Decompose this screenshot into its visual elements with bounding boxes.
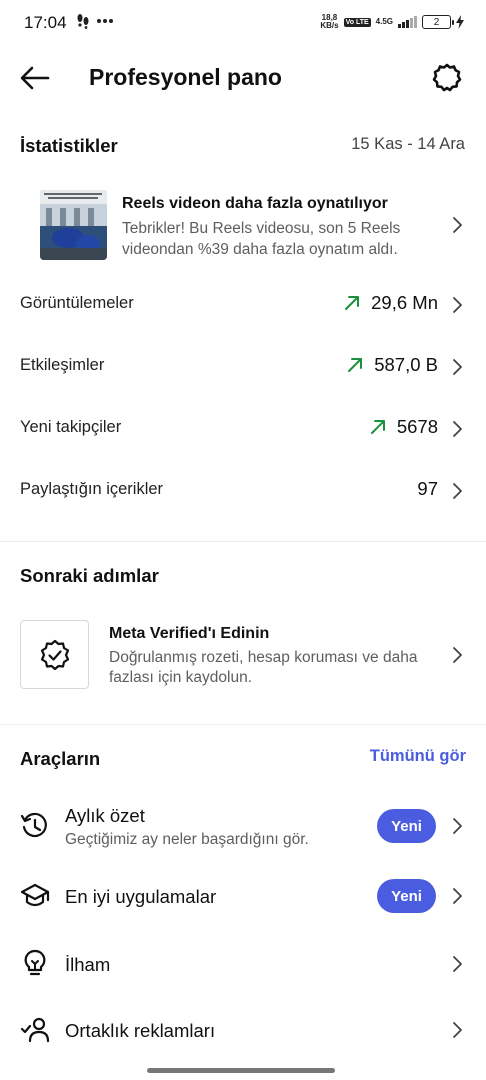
section-divider xyxy=(0,724,486,725)
stat-row-new-followers[interactable]: Yeni takipçiler 5678 xyxy=(0,404,486,454)
network-speed: 18,8 KB/s xyxy=(320,13,339,30)
partner-icon xyxy=(20,1017,50,1043)
status-bar: 17:04 18,8 KB/s Vo LTE 4.5G 2 xyxy=(0,0,486,46)
verified-badge-icon xyxy=(40,639,69,670)
next-steps-title: Sonraki adımlar xyxy=(20,565,159,586)
tools-section-title: Araçların xyxy=(20,748,101,769)
meta-card-description: Doğrulanmış rozeti, hesap koruması ve da… xyxy=(109,649,418,686)
chevron-right-icon xyxy=(453,647,462,663)
tool-subtitle: Geçtiğimiz ay neler başardığını gör. xyxy=(65,831,309,848)
footprints-icon xyxy=(77,14,89,29)
see-all-link[interactable]: Tümünü gör xyxy=(370,747,466,766)
stat-row-interactions[interactable]: Etkileşimler 587,0 B xyxy=(0,342,486,392)
more-notifications-icon xyxy=(97,19,113,23)
date-range[interactable]: 15 Kas - 14 Ara xyxy=(351,135,465,154)
lightbulb-icon xyxy=(24,949,46,976)
home-indicator[interactable] xyxy=(147,1068,335,1073)
trend-up-icon xyxy=(345,296,360,310)
reel-thumbnail xyxy=(40,190,107,260)
stat-value: 587,0 B xyxy=(374,354,438,375)
tool-label: İlham xyxy=(65,954,111,975)
trend-up-icon xyxy=(370,420,385,434)
reel-card-description: Tebrikler! Bu Reels videosu, son 5 Reels… xyxy=(122,220,401,258)
tool-row-monthly-summary[interactable]: Aylık özet Geçtiğimiz ay neler başardığı… xyxy=(0,796,486,856)
status-left-icons xyxy=(76,13,114,29)
tool-label: Ortaklık reklamları xyxy=(65,1020,216,1041)
chevron-right-icon xyxy=(453,421,462,437)
status-right-icons: 18,8 KB/s Vo LTE 4.5G 2 xyxy=(320,14,464,30)
tool-row-best-practices[interactable]: En iyi uygulamalar Yeni xyxy=(0,866,486,926)
signal-icon xyxy=(398,16,417,28)
chevron-right-icon xyxy=(453,359,462,375)
back-arrow-icon[interactable] xyxy=(18,63,52,93)
history-icon xyxy=(20,812,47,838)
volte-icon: Vo LTE xyxy=(343,17,371,27)
reel-performance-card[interactable]: Reels videon daha fazla oynatılıyor Tebr… xyxy=(0,178,486,274)
chevron-right-icon xyxy=(453,217,462,233)
page-title: Profesyonel pano xyxy=(89,64,282,90)
app-header: Profesyonel pano xyxy=(0,52,486,104)
battery-icon: 2 xyxy=(422,15,454,29)
tool-row-partnership-ads[interactable]: Ortaklık reklamları xyxy=(0,1000,486,1060)
stat-label: Etkileşimler xyxy=(20,356,105,374)
meta-verified-card[interactable]: Meta Verified'ı Edinin Doğrulanmış rozet… xyxy=(0,612,486,696)
chevron-right-icon xyxy=(453,956,462,972)
stat-value: 97 xyxy=(417,478,438,499)
settings-gear-icon[interactable] xyxy=(432,62,462,92)
chevron-right-icon xyxy=(453,818,462,834)
status-time: 17:04 xyxy=(24,13,67,32)
stat-row-shared-content[interactable]: Paylaştığın içerikler 97 xyxy=(0,466,486,516)
stat-label: Yeni takipçiler xyxy=(20,418,122,436)
stat-label: Görüntülemeler xyxy=(20,294,134,312)
section-divider xyxy=(0,541,486,542)
new-badge: Yeni xyxy=(377,809,436,843)
tool-row-inspiration[interactable]: İlham xyxy=(0,934,486,994)
new-badge: Yeni xyxy=(377,879,436,913)
tool-label: En iyi uygulamalar xyxy=(65,886,217,907)
meta-card-title: Meta Verified'ı Edinin xyxy=(109,625,270,642)
trend-up-icon xyxy=(348,358,363,372)
chevron-right-icon xyxy=(453,1022,462,1038)
graduation-cap-icon xyxy=(20,883,50,907)
network-type: 4.5G xyxy=(375,17,393,26)
chevron-right-icon xyxy=(453,297,462,313)
stats-section-title: İstatistikler xyxy=(20,135,118,156)
tool-label: Aylık özet xyxy=(65,805,145,826)
chevron-right-icon xyxy=(453,888,462,904)
stat-row-views[interactable]: Görüntülemeler 29,6 Mn xyxy=(0,280,486,330)
stat-value: 5678 xyxy=(396,416,438,437)
stat-label: Paylaştığın içerikler xyxy=(20,480,164,498)
chevron-right-icon xyxy=(453,483,462,499)
reel-card-title: Reels videon daha fazla oynatılıyor xyxy=(122,195,388,212)
verified-badge-box xyxy=(20,620,89,689)
stat-value: 29,6 Mn xyxy=(371,292,438,313)
charging-icon xyxy=(456,15,464,29)
